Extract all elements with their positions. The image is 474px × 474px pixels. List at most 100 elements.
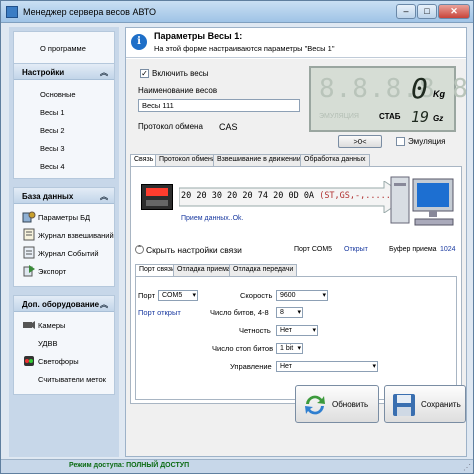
protocol-value: CAS	[219, 122, 238, 132]
scale-indicator-icon	[141, 184, 173, 210]
collapse-chevron-icon[interactable]: ︽	[100, 299, 108, 310]
stream-hex: 20 20 30 20 20 74 20 0D 0A	[181, 191, 315, 201]
hide-connection-settings-link[interactable]: Скрыть настройки связи	[146, 245, 242, 255]
app-icon	[6, 6, 18, 18]
parity-select[interactable]: Нет ▾	[276, 325, 318, 336]
sidebar-item-export[interactable]: Экспорт	[38, 267, 66, 276]
dropdown-arrow-icon: ▾	[297, 345, 301, 352]
refresh-label: Обновить	[332, 400, 369, 409]
parity-value: Нет	[280, 327, 292, 334]
port-label: Порт	[138, 291, 156, 300]
lcd-ghost-digits: 8.8.8.8.8	[319, 74, 469, 104]
stop-bits-value: 1 bit	[280, 345, 294, 352]
receive-status: Прием данных..Ok.	[181, 215, 244, 222]
speed-select[interactable]: 9600 ▾	[276, 290, 328, 301]
protocol-label: Протокол обмена	[138, 122, 203, 131]
nav-about-link[interactable]: О программе	[40, 44, 86, 53]
save-disk-icon	[393, 394, 415, 416]
dropdown-arrow-icon: ▾	[322, 292, 326, 299]
subtab-transmit-debug[interactable]: Отладка передачи	[229, 264, 298, 276]
nav-section-equipment: Доп. оборудование ︽ Камеры УДВВ Светофор…	[13, 295, 115, 395]
minimize-button[interactable]: –	[396, 4, 416, 19]
port-select[interactable]: COM5 ▾	[158, 290, 198, 301]
refresh-icon	[305, 395, 325, 415]
emulation-indicator: ЭМУЛЯЦИЯ	[319, 113, 359, 120]
sidebar-item-scale3[interactable]: Весы 3	[40, 144, 65, 153]
nav-header-label: Доп. оборудование	[22, 300, 100, 309]
dropdown-arrow-icon: ▾	[312, 327, 316, 334]
data-bits-label: Число битов, 4-8	[210, 308, 269, 317]
access-mode-status: Режим доступа: ПОЛНЫЙ ДОСТУП	[69, 462, 190, 469]
page-title: Параметры Весы 1:	[154, 31, 243, 41]
zero-button[interactable]: >0<	[338, 135, 382, 148]
journal-icon	[23, 228, 35, 241]
collapse-chevron-icon[interactable]: ︽	[100, 67, 108, 78]
flow-control-select[interactable]: Нет ▾	[276, 361, 378, 372]
buffer-value: 1024	[440, 246, 456, 253]
tab-motion-weighing[interactable]: Взвешивание в движении	[213, 154, 305, 166]
scale-name-label: Наименование весов	[138, 86, 218, 95]
camera-icon	[23, 321, 35, 329]
enable-scale-label: Включить весы	[152, 69, 209, 78]
db-params-icon	[22, 211, 36, 223]
close-button[interactable]: ✕	[438, 4, 470, 19]
nav-header-database[interactable]: База данных ︽	[14, 188, 114, 204]
speed-select-value: 9600	[280, 292, 296, 299]
info-icon: i	[131, 34, 147, 50]
enable-scale-checkbox[interactable]: ✓	[140, 69, 149, 78]
subtab-receive-debug[interactable]: Отладка приема	[173, 264, 235, 276]
computer-icon	[390, 176, 454, 226]
traffic-light-icon	[24, 356, 34, 366]
emulation-checkbox[interactable]	[396, 137, 405, 146]
maximize-button[interactable]: □	[417, 4, 437, 19]
port-open-status: Порт открыт	[138, 308, 181, 317]
collapse-chevron-icon[interactable]: ︽	[100, 191, 108, 202]
collapse-circle-icon[interactable]: ⌃	[135, 245, 144, 254]
nav-header-equipment[interactable]: Доп. оборудование ︽	[14, 296, 114, 312]
page-subtitle: На этой форме настраиваются параметры "В…	[154, 44, 335, 53]
raw-data-stream: 20 20 30 20 20 74 20 0D 0A (ST,GS,-,....…	[181, 191, 406, 201]
sidebar-item-tag-readers[interactable]: Считыватели меток	[38, 375, 106, 384]
stop-bits-label: Число стоп битов	[212, 344, 274, 353]
weight-value: 0	[411, 72, 428, 105]
frequency-unit: Gz	[433, 114, 444, 123]
sidebar-item-cameras[interactable]: Камеры	[38, 321, 65, 330]
form-banner: i Параметры Весы 1: На этой форме настра…	[126, 28, 466, 58]
dropdown-arrow-icon: ▾	[297, 309, 301, 316]
sidebar-item-weigh-journal[interactable]: Журнал взвешиваний	[38, 231, 114, 240]
port-settings-panel: Порт COM5 ▾ Порт открыт Скорость 9600 ▾ Чи…	[135, 276, 457, 400]
stop-bits-select[interactable]: 1 bit ▾	[276, 343, 303, 354]
buffer-label: Буфер приема	[389, 246, 437, 253]
refresh-button[interactable]: Обновить	[295, 385, 379, 423]
flow-control-value: Нет	[280, 363, 292, 370]
save-button[interactable]: Сохранить	[384, 385, 466, 423]
parity-label: Четность	[239, 326, 271, 335]
sidebar: О программе Настройки ︽ Основные Весы 1 …	[9, 27, 119, 457]
tab-data-processing[interactable]: Обработка данных	[300, 154, 370, 166]
sidebar-item-main[interactable]: Основные	[40, 90, 76, 99]
sidebar-item-scale4[interactable]: Весы 4	[40, 162, 65, 171]
emulation-label: Эмуляция	[408, 137, 446, 146]
save-label: Сохранить	[421, 400, 461, 409]
sidebar-item-events-journal[interactable]: Журнал Событий	[38, 249, 99, 258]
scale-name-input[interactable]: Весы 111	[138, 99, 300, 112]
connection-tab-panel: 20 20 30 20 20 74 20 0D 0A (ST,GS,-,....…	[130, 166, 462, 404]
events-journal-icon	[23, 246, 35, 259]
port-select-value: COM5	[162, 292, 183, 299]
port-status: Открыт	[344, 246, 368, 253]
dropdown-arrow-icon: ▾	[192, 292, 196, 299]
sidebar-item-traffic-lights[interactable]: Светофоры	[38, 357, 79, 366]
nav-header-settings[interactable]: Настройки ︽	[14, 64, 114, 80]
sidebar-item-scale2[interactable]: Весы 2	[40, 126, 65, 135]
resize-grip-icon[interactable]: ⋰	[463, 463, 471, 472]
data-bits-value: 8	[280, 309, 284, 316]
frequency-value: 19	[411, 108, 430, 126]
sidebar-item-db-params[interactable]: Параметры БД	[38, 213, 90, 222]
port-info: Порт COM5	[294, 246, 333, 253]
data-bits-select[interactable]: 8 ▾	[276, 307, 303, 318]
sidebar-item-udvv[interactable]: УДВВ	[38, 339, 58, 348]
tab-protocol[interactable]: Протокол обмена	[155, 154, 220, 166]
flow-control-label: Управление	[230, 362, 272, 371]
nav-section-database: База данных ︽ Параметры БД Журнал взвеши…	[13, 187, 115, 287]
sidebar-item-scale1[interactable]: Весы 1	[40, 108, 65, 117]
